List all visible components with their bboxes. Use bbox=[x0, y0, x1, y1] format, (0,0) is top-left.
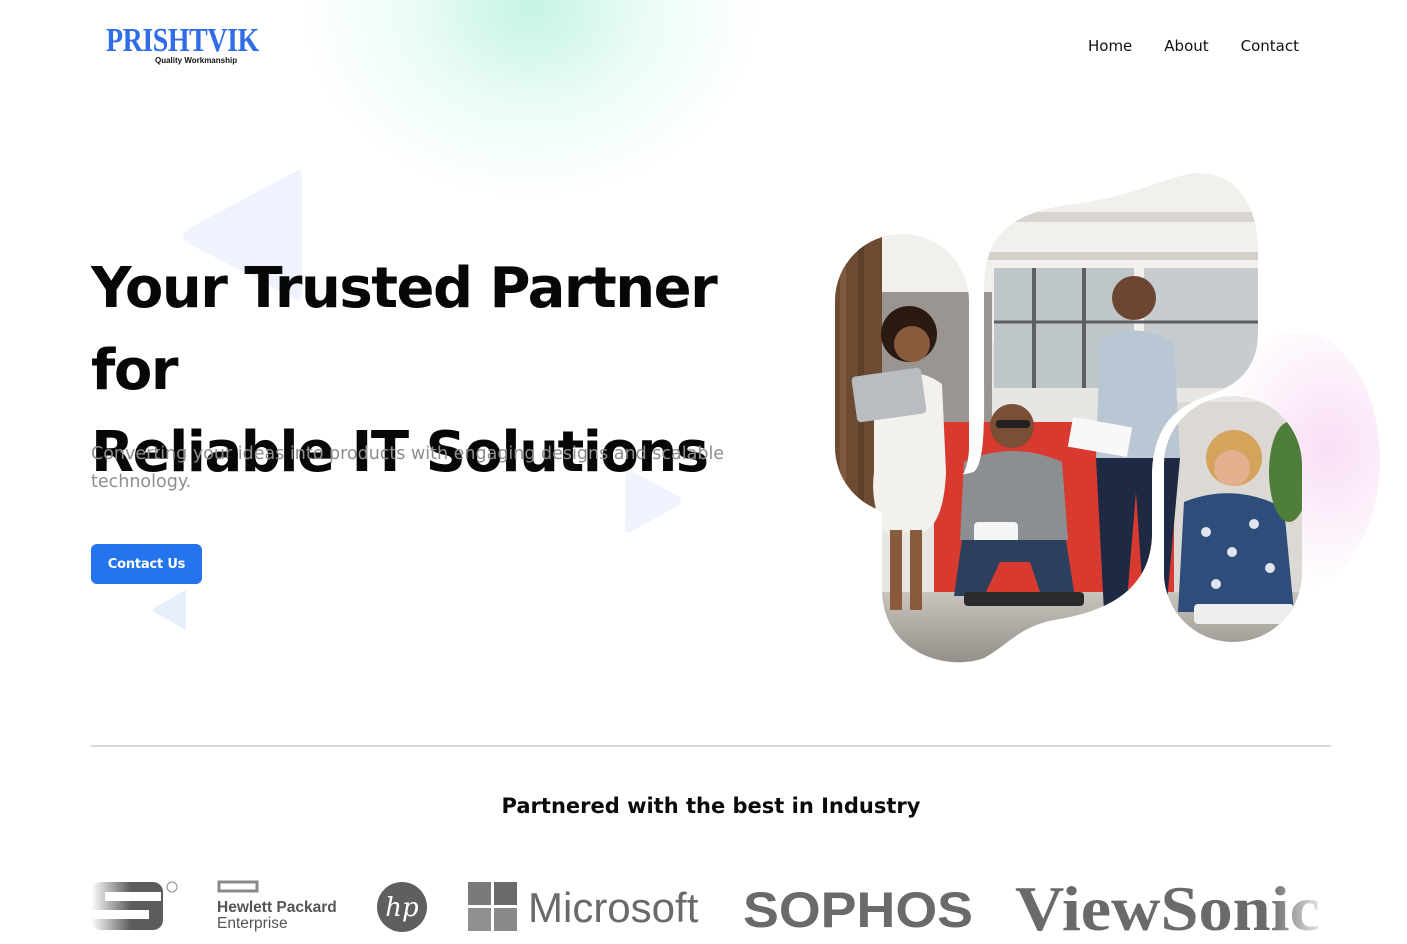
hp-logo-text: hp bbox=[385, 893, 419, 923]
brand-logo[interactable]: PRISHTVIK Quality Workmanship bbox=[106, 22, 259, 70]
sophos-logo: SOPHOS bbox=[743, 882, 973, 938]
sophos-logo-text: SOPHOS bbox=[743, 882, 973, 938]
section-divider bbox=[91, 745, 1331, 747]
hero-title-line1: Your Trusted Partner for bbox=[91, 256, 718, 403]
hp-logo: hp bbox=[377, 882, 427, 932]
hpe-logo-line1: Hewlett Packard bbox=[217, 899, 337, 916]
main-nav: Home About Contact bbox=[1088, 36, 1299, 56]
logos-fade-right bbox=[1270, 872, 1331, 944]
brand-tagline: Quality Workmanship bbox=[155, 56, 238, 65]
logos-fade-left bbox=[91, 872, 131, 944]
contact-us-button[interactable]: Contact Us bbox=[91, 544, 202, 584]
microsoft-logo-text: Microsoft bbox=[528, 884, 699, 931]
partner-logos-strip: Hewlett Packard Enterprise hp Microsoft … bbox=[91, 872, 1331, 944]
microsoft-logo: Microsoft bbox=[468, 882, 699, 931]
hero-subtitle: Converting your ideas into products with… bbox=[91, 444, 725, 492]
brand-name: PRISHTVIK bbox=[106, 22, 259, 59]
nav-home-link[interactable]: Home bbox=[1088, 36, 1132, 56]
hewlett-packard-enterprise-logo: Hewlett Packard Enterprise bbox=[217, 880, 337, 932]
decorative-triangle-small bbox=[152, 590, 186, 630]
nav-about-link[interactable]: About bbox=[1164, 36, 1208, 56]
nav-contact-link[interactable]: Contact bbox=[1241, 36, 1299, 56]
hero-team-image bbox=[835, 173, 1302, 663]
hpe-logo-line2: Enterprise bbox=[217, 915, 288, 932]
partners-title: Partnered with the best in Industry bbox=[501, 794, 921, 818]
navbar: PRISHTVIK Quality Workmanship Home About… bbox=[0, 0, 1407, 92]
